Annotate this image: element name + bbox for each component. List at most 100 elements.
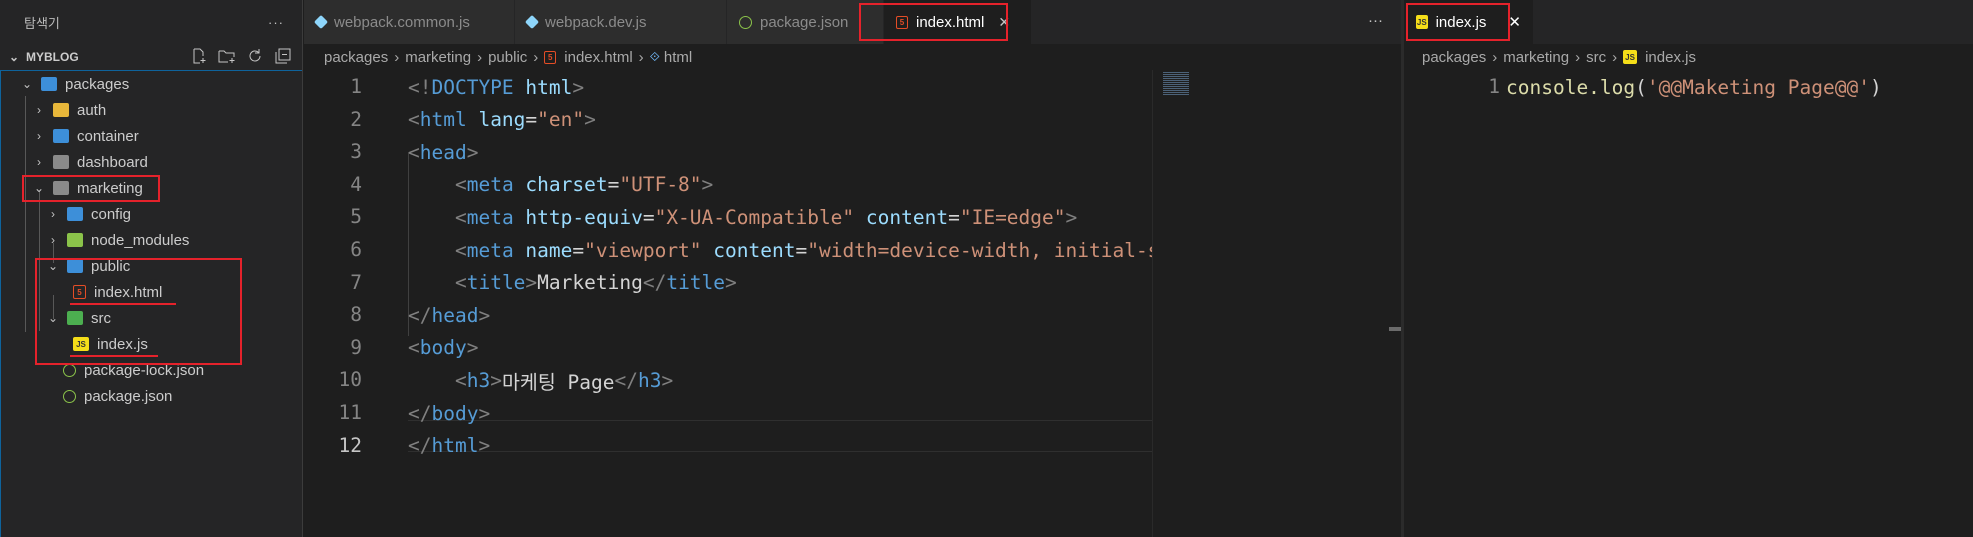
tree-item-label: package.json — [84, 387, 173, 405]
folder-icon — [53, 129, 69, 143]
code-line: < meta http-equiv = "X-UA-Compatible" conte… — [408, 201, 1077, 233]
tree-item-dashboard[interactable]: › dashboard — [1, 149, 331, 175]
line-number: 3 — [350, 140, 362, 164]
left-editor-group: webpack.common.js webpack.dev.js package… — [304, 0, 1401, 537]
explorer-header: 탐색기 ··· — [0, 0, 302, 44]
json-file-icon — [63, 389, 76, 403]
tab-bar-empty — [1534, 0, 1973, 44]
code-line: </html > — [408, 430, 490, 462]
workspace-name: MYBLOG — [26, 50, 79, 64]
breadcrumb-item[interactable]: packages — [324, 49, 388, 66]
code-token: name — [525, 238, 573, 262]
code-line: console.log('@@Maketing Page@@') — [1506, 71, 1882, 103]
chevron-right-icon: › — [37, 103, 41, 117]
code-token: h3 — [466, 368, 491, 392]
code-token: meta — [466, 238, 526, 262]
code-token: http-equiv — [525, 205, 643, 229]
breadcrumb-item[interactable]: src — [1586, 49, 1606, 66]
new-folder-icon[interactable] — [218, 47, 236, 65]
code-line: </head > — [408, 299, 490, 331]
tree-item-auth[interactable]: › auth — [1, 97, 331, 123]
code-token: title — [666, 271, 726, 295]
code-token: console.log — [1506, 75, 1636, 99]
code-line: < title > Marketing </title > — [408, 267, 737, 299]
folder-open-icon — [41, 77, 57, 91]
tab-label: package.json — [760, 13, 849, 31]
minimap-content — [1163, 72, 1189, 96]
chevron-right-icon: › — [51, 207, 55, 221]
code-line: < body > — [408, 332, 478, 364]
collapse-all-icon[interactable] — [274, 47, 292, 65]
code-token: body — [419, 336, 467, 360]
refresh-icon[interactable] — [246, 47, 264, 65]
code-token: Marketing — [537, 271, 643, 295]
left-code-area[interactable]: 1 <! DOCTYPE html >2 < html lang = "en" >3 < head >… — [304, 70, 1401, 537]
folder-icon — [53, 155, 69, 169]
chevron-right-icon: › — [37, 129, 41, 143]
webpack-icon — [524, 14, 540, 30]
code-token: = — [525, 108, 538, 132]
code-token: meta — [466, 173, 526, 197]
minimap[interactable] — [1152, 70, 1236, 537]
editor-more-button[interactable]: ··· — [1368, 12, 1383, 29]
tree-item-config[interactable]: › config — [1, 201, 345, 227]
code-token: > — [1065, 205, 1078, 229]
new-file-icon[interactable] — [190, 47, 208, 65]
tab-bar-empty: ··· — [1032, 0, 1401, 44]
code-token: = — [948, 205, 960, 229]
code-token: > — [572, 75, 585, 99]
tree-item-node-modules[interactable]: › node_modules — [1, 227, 345, 253]
tab-webpack-dev-js[interactable]: webpack.dev.js — [515, 0, 727, 44]
code-token: title — [466, 271, 526, 295]
json-file-icon — [63, 363, 76, 377]
code-token: = — [607, 173, 620, 197]
explorer-more-button[interactable]: ··· — [268, 15, 284, 30]
line-number: 12 — [338, 433, 362, 457]
tab-webpack-common-js[interactable]: webpack.common.js — [304, 0, 515, 44]
line-number: 1 — [1488, 75, 1500, 98]
code-token: h3 — [637, 368, 662, 392]
code-token: > — [478, 434, 491, 458]
tree-item-label: node_modules — [91, 231, 190, 249]
folder-icon — [53, 103, 69, 117]
breadcrumb-item[interactable]: packages — [1422, 49, 1486, 66]
code-token: </ — [408, 401, 432, 425]
workspace-section-header[interactable]: ⌄ MYBLOG — [0, 44, 302, 70]
json-file-icon — [739, 15, 752, 29]
code-token: charset — [525, 173, 608, 197]
folder-icon — [67, 233, 83, 247]
line-number: 10 — [338, 368, 362, 392]
code-token: </ — [408, 303, 432, 327]
line-number: 5 — [350, 205, 362, 229]
right-breadcrumb: packages › marketing › src › JS index.js — [1422, 48, 1696, 66]
current-line-highlight — [408, 420, 1152, 452]
tree-item-packages[interactable]: ⌄ packages — [1, 71, 319, 97]
breadcrumb-item[interactable]: marketing — [405, 49, 471, 66]
scrollbar-track[interactable] — [1389, 70, 1401, 537]
right-code-area[interactable]: 1 console.log('@@Maketing Page@@') — [1404, 70, 1973, 537]
code-token: ) — [1869, 75, 1882, 99]
code-token: head — [419, 140, 467, 164]
code-token: > — [478, 401, 491, 425]
code-token: < — [454, 173, 467, 197]
line-number: 7 — [350, 270, 362, 294]
scrollbar-thumb[interactable] — [1389, 327, 1401, 331]
tab-label: webpack.dev.js — [545, 13, 647, 31]
breadcrumb-item[interactable]: index.js — [1645, 49, 1696, 66]
breadcrumb-item[interactable]: index.html — [564, 49, 632, 66]
tree-item-label: dashboard — [77, 153, 148, 171]
line-number: 11 — [338, 401, 362, 424]
webpack-icon — [313, 14, 329, 30]
close-icon[interactable]: ✕ — [1508, 13, 1521, 31]
tree-item-label: config — [91, 205, 132, 223]
breadcrumb-item[interactable]: marketing — [1503, 49, 1569, 66]
breadcrumb-item[interactable]: public — [488, 49, 527, 66]
underline-index-html — [70, 303, 176, 305]
code-token: content — [713, 238, 796, 262]
tree-item-container[interactable]: › container — [1, 123, 331, 149]
breadcrumb-item[interactable]: html — [664, 49, 692, 66]
code-token: = — [795, 238, 808, 262]
tab-label: webpack.common.js — [334, 13, 470, 31]
